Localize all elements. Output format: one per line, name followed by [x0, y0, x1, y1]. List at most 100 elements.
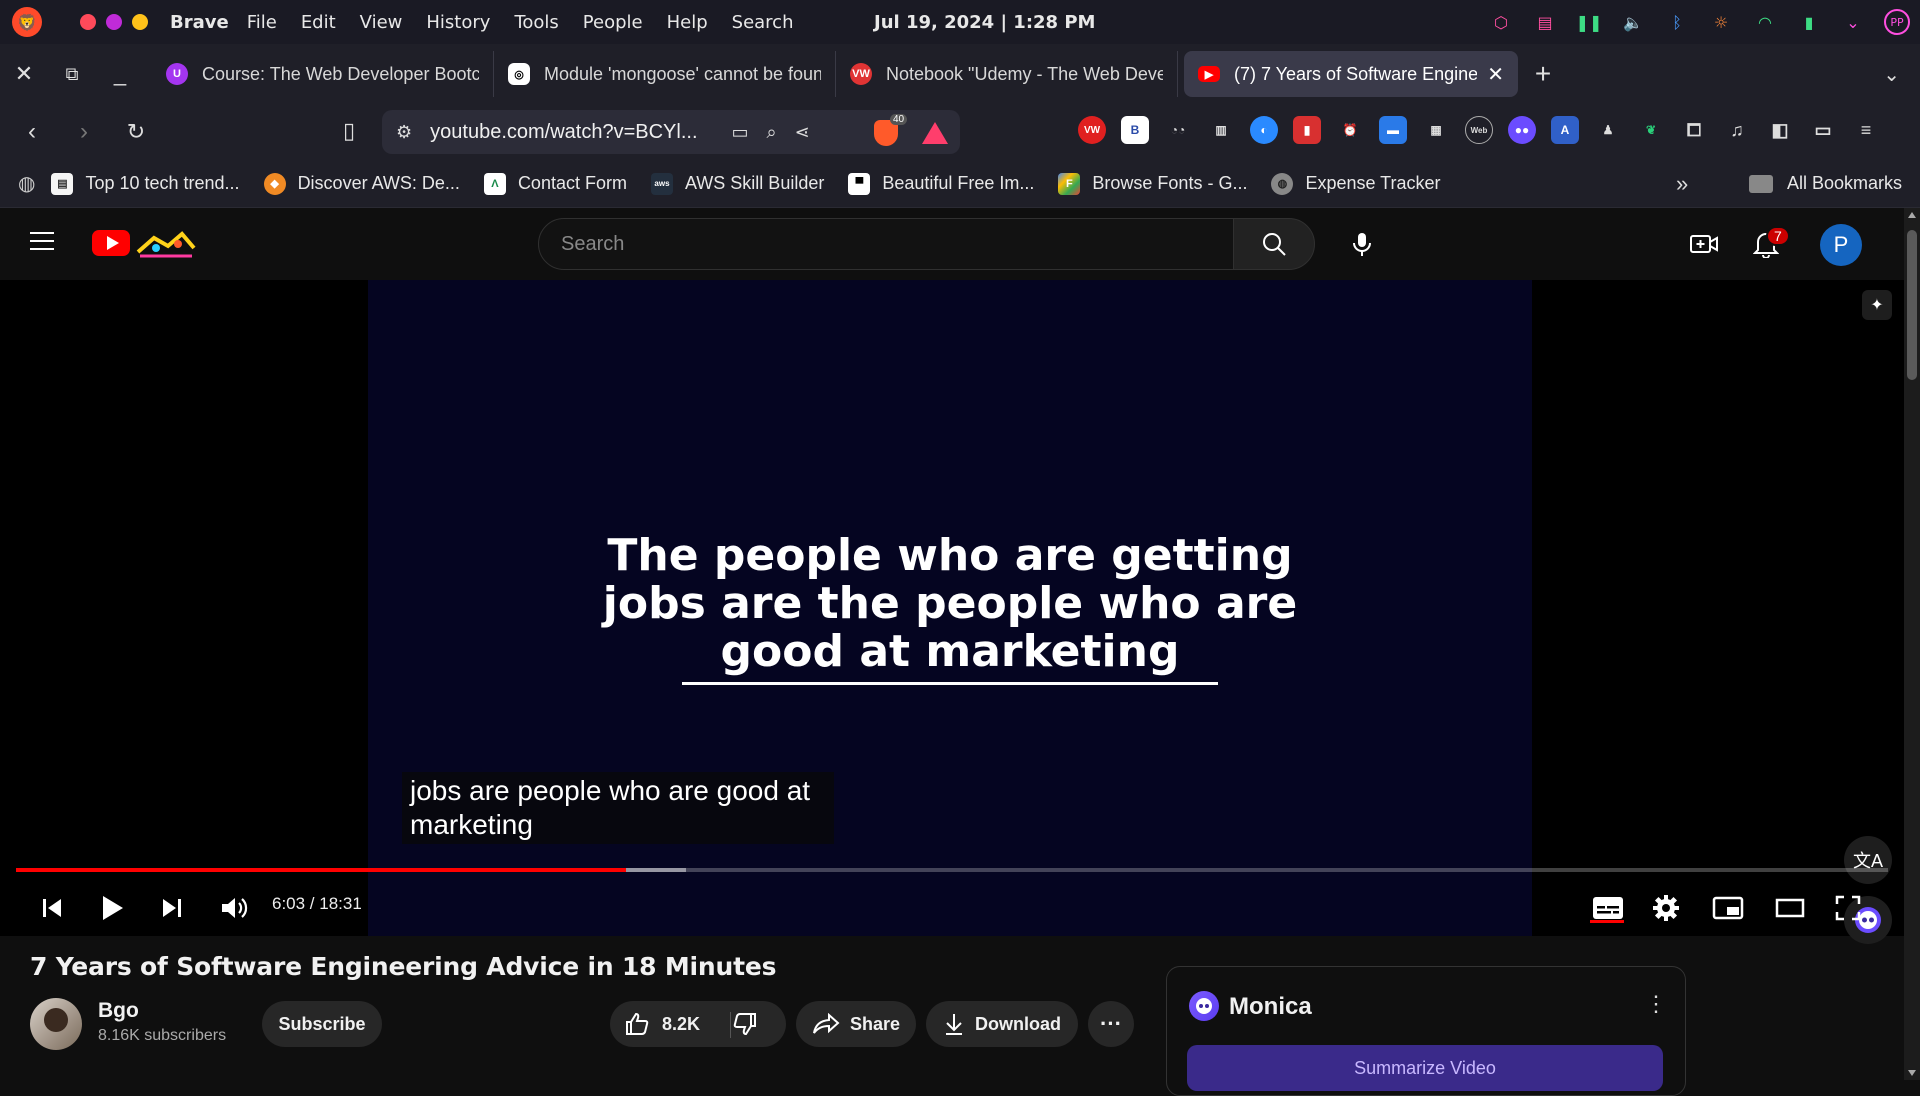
tab-youtube-active[interactable]: ▶ (7) 7 Years of Software Engineering ✕: [1184, 51, 1518, 97]
next-button[interactable]: [148, 884, 196, 932]
menu-view[interactable]: View: [360, 12, 403, 33]
search-input[interactable]: Search: [538, 218, 1234, 270]
more-vertical-icon[interactable]: ⋮: [1645, 991, 1667, 1017]
youtube-doodle-icon[interactable]: [134, 228, 198, 260]
close-icon[interactable]: ✕: [0, 50, 48, 98]
subtitles-button[interactable]: [1584, 884, 1632, 932]
bookmark-item[interactable]: F Browse Fonts - G...: [1058, 172, 1247, 195]
forward-button[interactable]: ›: [64, 112, 104, 152]
fullscreen-button[interactable]: [1826, 884, 1870, 932]
share-icon[interactable]: ⋖: [795, 122, 810, 143]
sidebar-toggle-icon[interactable]: ◧: [1766, 116, 1794, 144]
tab-list-chevron-icon[interactable]: ⌄: [1883, 62, 1900, 87]
sparkle-icon[interactable]: ✦: [1862, 290, 1892, 320]
close-tab-icon[interactable]: ✕: [1487, 62, 1504, 87]
b-extension-icon[interactable]: B: [1121, 116, 1149, 144]
tab-udemy-course[interactable]: U Course: The Web Developer Bootcamp: [152, 51, 494, 97]
translate-extension-icon[interactable]: A: [1551, 116, 1579, 144]
shield-tray-icon[interactable]: ⬡: [1488, 9, 1514, 35]
bookmark-item[interactable]: ▀ Beautiful Free Im...: [848, 172, 1034, 195]
music-icon[interactable]: ♫: [1723, 116, 1751, 144]
bookmark-item[interactable]: ▤ Top 10 tech trend...: [51, 172, 240, 195]
bookmark-item[interactable]: ◆ Discover AWS: De...: [263, 172, 460, 195]
channel-avatar[interactable]: [30, 998, 82, 1050]
reload-button[interactable]: ↻: [116, 112, 156, 152]
leaf-extension-icon[interactable]: ❦: [1637, 116, 1665, 144]
book-extension-icon[interactable]: ▮: [1293, 116, 1321, 144]
zoom-icon[interactable]: ⌕: [767, 122, 777, 143]
miniplayer-button[interactable]: [1704, 884, 1752, 932]
voice-search-button[interactable]: [1340, 222, 1384, 266]
url-text[interactable]: youtube.com/watch?v=BCYl...: [430, 121, 697, 144]
brightness-tray-icon[interactable]: ☼: [1708, 9, 1734, 35]
page-scrollbar[interactable]: [1904, 208, 1920, 1080]
progress-bar[interactable]: [16, 868, 1888, 872]
download-button[interactable]: Download: [926, 1001, 1078, 1047]
youtube-logo-icon[interactable]: [92, 230, 130, 256]
system-clock[interactable]: Jul 19, 2024 | 1:28 PM: [874, 12, 1095, 33]
maximize-window-dot[interactable]: [106, 14, 122, 30]
close-window-dot[interactable]: [80, 14, 96, 30]
brave-rewards-icon[interactable]: [922, 122, 948, 144]
bookmark-item[interactable]: aws AWS Skill Builder: [650, 172, 824, 195]
notes-tray-icon[interactable]: ▤: [1532, 9, 1558, 35]
settings-button[interactable]: [1642, 884, 1690, 932]
more-actions-button[interactable]: ···: [1088, 1001, 1134, 1047]
minimize-window-dot[interactable]: [132, 14, 148, 30]
app-name[interactable]: Brave: [170, 12, 229, 33]
wallet-icon[interactable]: ▭: [1809, 116, 1837, 144]
create-video-button[interactable]: [1686, 226, 1722, 262]
menu-history[interactable]: History: [426, 12, 490, 33]
scroll-up-arrow-icon[interactable]: [1908, 212, 1916, 218]
chevron-down-tray-icon[interactable]: ⌄: [1840, 9, 1866, 35]
account-avatar[interactable]: P: [1820, 224, 1862, 266]
guide-menu-icon[interactable]: [30, 232, 54, 256]
restore-window-icon[interactable]: ⧉: [48, 50, 96, 98]
theater-mode-button[interactable]: [1766, 884, 1814, 932]
bookmarks-globe-icon[interactable]: ◍: [18, 171, 35, 196]
monica-extension-icon[interactable]: ●●: [1508, 116, 1536, 144]
dislike-button[interactable]: [732, 1011, 758, 1037]
scrollbar-thumb[interactable]: [1907, 230, 1917, 380]
wifi-tray-icon[interactable]: ◠: [1752, 9, 1778, 35]
window-extension-icon[interactable]: ▬: [1379, 116, 1407, 144]
glasses-extension-icon[interactable]: ◔◔: [1164, 116, 1192, 144]
menu-tools[interactable]: Tools: [514, 12, 558, 33]
alarm-extension-icon[interactable]: ⏰: [1336, 116, 1364, 144]
more-bookmarks-icon[interactable]: »: [1676, 171, 1688, 197]
globe-extension-icon[interactable]: ◐: [1250, 116, 1278, 144]
new-tab-button[interactable]: +: [1518, 51, 1568, 97]
subscribe-button[interactable]: Subscribe: [262, 1001, 382, 1047]
menu-people[interactable]: People: [583, 12, 643, 33]
summarize-video-button[interactable]: Summarize Video: [1187, 1045, 1663, 1091]
clipboard-extension-icon[interactable]: ▥: [1207, 116, 1235, 144]
web-extension-icon[interactable]: Web: [1465, 116, 1493, 144]
minimize-icon[interactable]: _: [96, 50, 144, 98]
search-button[interactable]: [1233, 218, 1315, 270]
tab-notebook[interactable]: VW Notebook "Udemy - The Web Developer: [836, 51, 1178, 97]
vw-extension-icon[interactable]: VW: [1078, 116, 1106, 144]
user-avatar-tray[interactable]: PP: [1884, 9, 1910, 35]
translate-icon[interactable]: 文A: [1844, 836, 1892, 884]
previous-button[interactable]: [28, 884, 76, 932]
volume-tray-icon[interactable]: 🔈: [1620, 9, 1646, 35]
video-player[interactable]: The people who are getting jobs are the …: [0, 280, 1904, 944]
menu-search[interactable]: Search: [732, 12, 794, 33]
cast-icon[interactable]: ▭: [732, 122, 749, 143]
bluetooth-tray-icon[interactable]: ᛒ: [1664, 9, 1690, 35]
pause-tray-icon[interactable]: ❚❚: [1576, 9, 1603, 35]
bookmark-item[interactable]: Λ Contact Form: [483, 172, 627, 195]
menu-edit[interactable]: Edit: [301, 12, 336, 33]
tab-mongoose-error[interactable]: ◎ Module 'mongoose' cannot be found: [494, 51, 836, 97]
channel-name[interactable]: Bgo: [98, 999, 139, 1023]
menu-file[interactable]: File: [247, 12, 277, 33]
puzzle-extensions-icon[interactable]: ⧠: [1680, 116, 1708, 144]
bookmark-page-icon[interactable]: ▯: [332, 114, 366, 148]
profile-extension-icon[interactable]: ♟: [1594, 116, 1622, 144]
all-bookmarks-button[interactable]: All Bookmarks: [1748, 173, 1902, 194]
back-button[interactable]: ‹: [12, 112, 52, 152]
bookmark-item[interactable]: ◍ Expense Tracker: [1271, 172, 1441, 195]
menu-help[interactable]: Help: [667, 12, 708, 33]
play-button[interactable]: [86, 884, 138, 932]
brave-lion-icon[interactable]: 🦁: [12, 7, 42, 37]
